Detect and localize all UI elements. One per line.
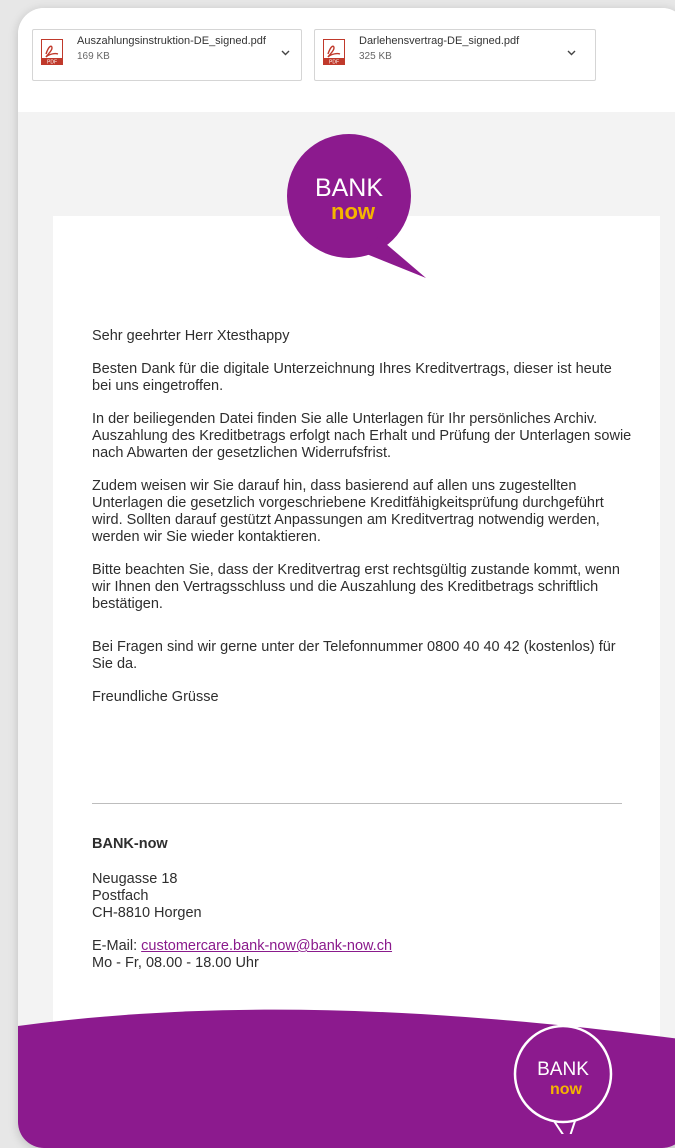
- divider: [92, 803, 622, 804]
- address-postfach: Postfach: [92, 888, 149, 904]
- attachment-file-name: Darlehensvertrag-DE_signed.pdf: [359, 35, 520, 47]
- email-label: E-Mail:: [92, 938, 142, 954]
- attachment-darlehensvertrag[interactable]: PDF Darlehensvertrag-DE_signed.pdf 325 K…: [314, 29, 596, 81]
- paragraph-validity: Bitte beachten Sie, dass der Kreditvertr…: [92, 562, 620, 612]
- closing: Freundliche Grüsse: [92, 689, 219, 705]
- svg-text:PDF: PDF: [47, 60, 57, 66]
- paragraph-documents: In der beiliegenden Datei finden Sie all…: [92, 411, 632, 461]
- svg-text:PDF: PDF: [329, 60, 339, 66]
- attachment-file-size: 325 KB: [359, 51, 392, 62]
- logo-text-bank: BANK: [315, 174, 383, 202]
- pdf-icon: PDF: [323, 39, 345, 65]
- bank-now-logo: BANK now: [287, 134, 426, 278]
- email-link[interactable]: customercare.bank-now@bank-now.ch: [141, 938, 392, 954]
- attachment-file-name: Auszahlungsinstruktion-DE_signed.pdf: [77, 35, 266, 47]
- address-city: CH-8810 Horgen: [92, 905, 202, 921]
- attachment-bar: PDF Auszahlungsinstruktion-DE_signed.pdf…: [18, 8, 675, 86]
- pdf-icon: PDF: [41, 39, 63, 65]
- logo-text-now: now: [550, 1081, 583, 1098]
- email-body: Sehr geehrter Herr Xtesthappy Besten Dan…: [92, 328, 632, 722]
- paragraph-credit-check: Zudem weisen wir Sie darauf hin, dass ba…: [92, 478, 604, 545]
- attachment-file-size: 169 KB: [77, 51, 110, 62]
- logo-text-now: now: [331, 199, 376, 224]
- bank-now-logo-footer: BANK now: [513, 1024, 613, 1134]
- chevron-down-icon[interactable]: [281, 50, 290, 56]
- greeting: Sehr geehrter Herr Xtesthappy: [92, 328, 290, 344]
- attachment-auszahlungsinstruktion[interactable]: PDF Auszahlungsinstruktion-DE_signed.pdf…: [32, 29, 302, 81]
- signature-company: BANK-now: [92, 836, 168, 852]
- email-window: PDF Auszahlungsinstruktion-DE_signed.pdf…: [18, 8, 675, 1148]
- signature-contact: E-Mail: customercare.bank-now@bank-now.c…: [92, 938, 632, 972]
- address-street: Neugasse 18: [92, 871, 178, 887]
- opening-hours: Mo - Fr, 08.00 - 18.00 Uhr: [92, 955, 259, 971]
- signature: BANK-now Neugasse 18 Postfach CH-8810 Ho…: [92, 836, 632, 988]
- logo-text-bank: BANK: [537, 1059, 589, 1080]
- chevron-down-icon[interactable]: [567, 50, 576, 56]
- signature-address: Neugasse 18 Postfach CH-8810 Horgen: [92, 871, 632, 922]
- paragraph-thanks: Besten Dank für die digitale Unterzeichn…: [92, 361, 612, 394]
- paragraph-contact: Bei Fragen sind wir gerne unter der Tele…: [92, 639, 616, 672]
